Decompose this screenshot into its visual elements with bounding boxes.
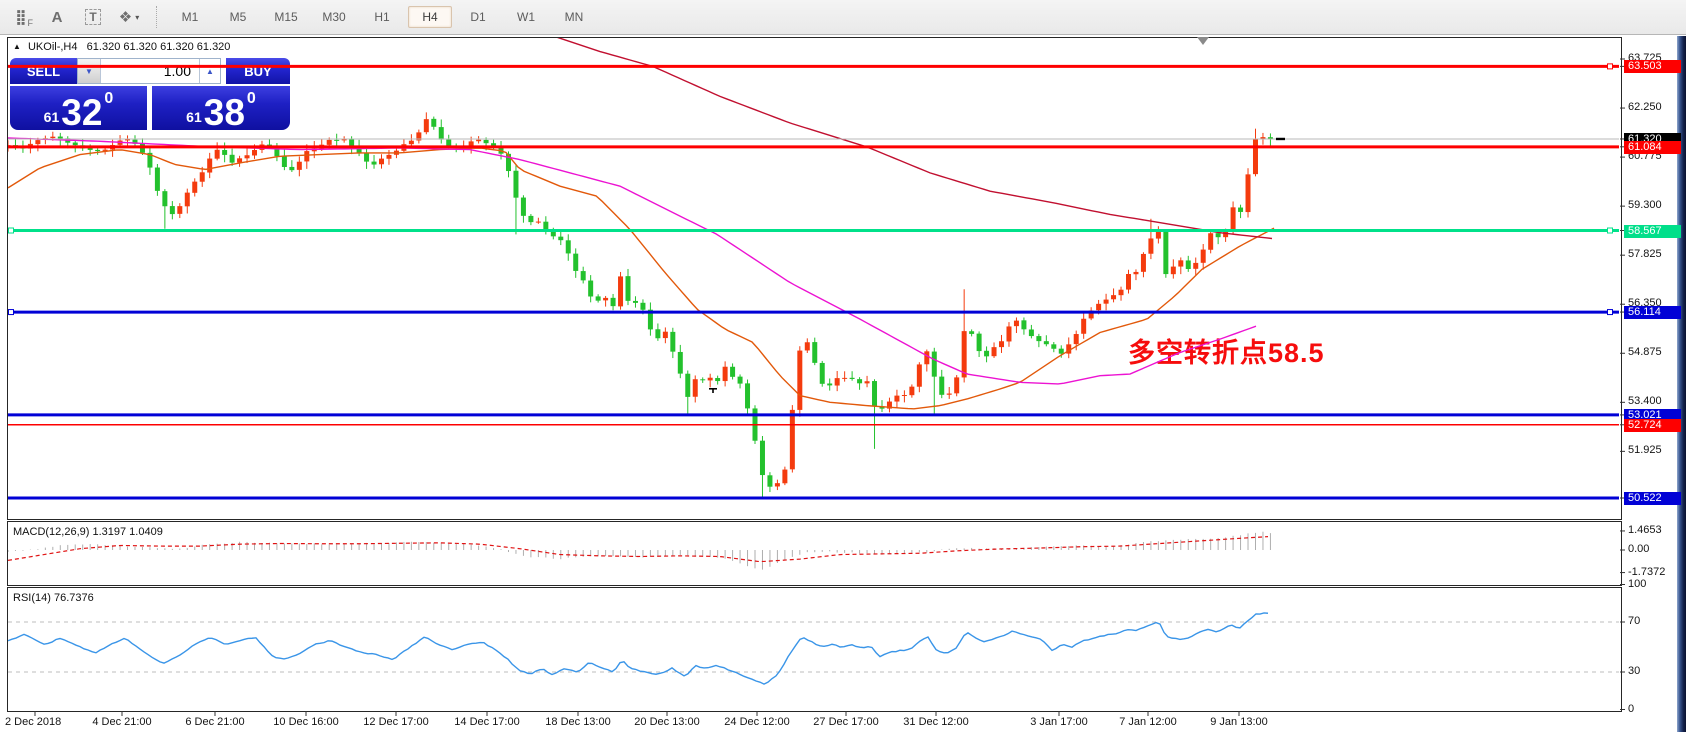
sell-price-display[interactable]: 61 32 0 (10, 86, 147, 130)
one-click-trade-panel: SELL ▼ 1.00 ▲ BUY 61 32 0 61 38 0 (10, 58, 290, 130)
time-axis-label: 3 Jan 17:00 (1030, 716, 1088, 728)
macd-scale-label: 1.4653 (1628, 524, 1662, 536)
time-axis-label: 4 Dec 21:00 (92, 716, 151, 728)
time-axis-label: 2 Dec 2018 (5, 716, 61, 728)
time-axis-label: 31 Dec 12:00 (903, 716, 968, 728)
macd-scale-label: 0.00 (1628, 543, 1649, 555)
price-tick-label: 57.825 (1628, 248, 1662, 260)
rsi-scale-label: 0 (1628, 703, 1634, 715)
rsi-scale-label: 70 (1628, 615, 1640, 627)
sell-price-big: 32 (61, 95, 102, 130)
price-tick-label: 53.400 (1628, 395, 1662, 407)
timeframe-button-w1[interactable]: W1 (504, 6, 548, 28)
chart-text-annotation[interactable]: 多空转折点58.5 (1128, 331, 1325, 370)
volume-group: ▼ 1.00 ▲ (77, 58, 221, 84)
buy-button[interactable]: BUY (226, 58, 290, 84)
timeframe-button-h1[interactable]: H1 (360, 6, 404, 28)
toolbar-separator (156, 6, 158, 28)
time-axis-label: 24 Dec 12:00 (724, 716, 789, 728)
buy-price-sup: 0 (247, 90, 256, 108)
sell-button[interactable]: SELL (10, 58, 77, 84)
volume-input[interactable]: 1.00 (101, 59, 199, 83)
price-tick-label: 62.250 (1628, 101, 1662, 113)
price-badge-63.503: 63.503 (1624, 60, 1681, 73)
symbol-arrow-icon: ▲ (13, 42, 21, 51)
timeframe-button-mn[interactable]: MN (552, 6, 596, 28)
text-label-icon[interactable]: A (42, 5, 72, 29)
timeframe-button-m5[interactable]: M5 (216, 6, 260, 28)
price-tick-label: 59.300 (1628, 199, 1662, 211)
rsi-panel[interactable] (7, 587, 1622, 712)
rsi-label: RSI(14) 76.7376 (13, 592, 94, 604)
symbol-name: UKOil-,H4 (28, 41, 78, 53)
time-axis-label: 18 Dec 13:00 (545, 716, 610, 728)
sell-price-prefix: 61 (44, 109, 60, 125)
buy-price-display[interactable]: 61 38 0 (152, 86, 290, 130)
timeframe-button-d1[interactable]: D1 (456, 6, 500, 28)
macd-scale-label: -1.7372 (1628, 566, 1665, 578)
arrow-styles-icon[interactable]: ❖▾ (114, 5, 144, 29)
price-badge-58.567: 58.567 (1624, 225, 1681, 238)
price-badge-56.114: 56.114 (1624, 306, 1681, 319)
buy-price-big: 38 (204, 95, 245, 130)
timeframe-button-h4[interactable]: H4 (408, 6, 452, 28)
buy-price-prefix: 61 (186, 109, 202, 125)
quote-values: 61.320 61.320 61.320 61.320 (87, 41, 231, 53)
time-axis-label: 10 Dec 16:00 (273, 716, 338, 728)
volume-decrease-button[interactable]: ▼ (78, 59, 101, 83)
chart-scroll-marker-icon (1197, 37, 1209, 45)
time-axis-label: 9 Jan 13:00 (1210, 716, 1268, 728)
timeframe-button-m1[interactable]: M1 (168, 6, 212, 28)
trading-app-window: ⣿FAT❖▾ M1M5M15M30H1H4D1W1MN ▲ UKOil-,H4 … (0, 0, 1686, 732)
price-tick-label: 51.925 (1628, 444, 1662, 456)
price-badge-50.522: 50.522 (1624, 492, 1681, 505)
timeframe-button-m30[interactable]: M30 (312, 6, 356, 28)
price-badge-61.084: 61.084 (1624, 141, 1681, 154)
time-axis-label: 12 Dec 17:00 (363, 716, 428, 728)
time-axis-label: 14 Dec 17:00 (454, 716, 519, 728)
time-axis-label: 27 Dec 17:00 (813, 716, 878, 728)
chart-title: ▲ UKOil-,H4 61.320 61.320 61.320 61.320 (13, 41, 230, 53)
rsi-scale-label: 100 (1628, 578, 1646, 590)
macd-panel[interactable] (7, 521, 1622, 586)
volume-increase-button[interactable]: ▲ (199, 59, 220, 83)
timeframe-toolbar: M1M5M15M30H1H4D1W1MN (166, 6, 598, 28)
macd-label: MACD(12,26,9) 1.3197 1.0409 (13, 526, 163, 538)
toolbar: ⣿FAT❖▾ M1M5M15M30H1H4D1W1MN (0, 0, 1686, 35)
price-tick-label: 54.875 (1628, 346, 1662, 358)
timeframe-button-m15[interactable]: M15 (264, 6, 308, 28)
rsi-scale-label: 30 (1628, 665, 1640, 677)
sell-price-sup: 0 (104, 90, 113, 108)
price-badge-52.724: 52.724 (1624, 419, 1681, 432)
time-axis-label: 6 Dec 21:00 (185, 716, 244, 728)
symbols-palette-icon[interactable]: ⣿F (6, 5, 36, 29)
time-axis-label: 20 Dec 13:00 (634, 716, 699, 728)
text-box-icon[interactable]: T (78, 5, 108, 29)
time-axis-label: 7 Jan 12:00 (1119, 716, 1177, 728)
